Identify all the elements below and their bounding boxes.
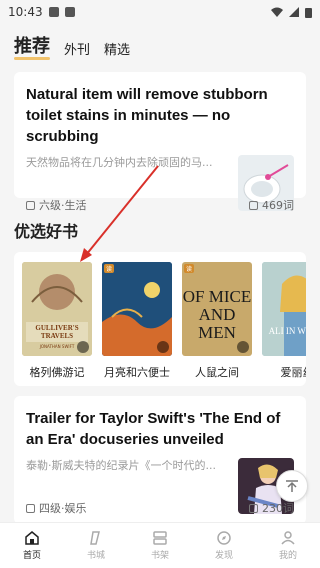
back-to-top-button[interactable] — [276, 470, 308, 502]
cover-title: OF MICE AND MEN — [182, 287, 252, 342]
audio-icon — [237, 341, 249, 353]
nav-label: 首页 — [22, 551, 41, 561]
nav-bookshelf[interactable]: 书架 — [128, 523, 192, 568]
book-cover: OF MICE AND MEN 读 — [182, 262, 252, 356]
book-item[interactable]: GULLIVER'S TRAVELS JONATHAN SWIFT 格列佛游记 — [22, 262, 92, 379]
nav-label: 发现 — [214, 551, 233, 561]
wifi-icon — [271, 7, 283, 17]
nav-label: 书架 — [150, 551, 169, 561]
nav-discover[interactable]: 发现 — [192, 523, 256, 568]
bottom-nav: 首页 书城 书架 发现 我的 — [0, 522, 320, 568]
audio-icon — [77, 341, 89, 353]
image-icon — [48, 7, 59, 17]
nav-label: 我的 — [278, 551, 297, 561]
status-time: 10:43 — [8, 5, 43, 19]
tag-icon — [26, 200, 35, 210]
audio-icon — [157, 341, 169, 353]
notification-icon — [64, 7, 75, 17]
book-title: 人鼠之间 — [195, 366, 239, 379]
compass-icon — [217, 531, 231, 545]
book-carousel[interactable]: GULLIVER'S TRAVELS JONATHAN SWIFT 格列佛游记 … — [14, 252, 306, 386]
book-title: 月亮和六便士 — [104, 366, 170, 379]
status-bar: 10:43 — [0, 0, 320, 24]
nav-profile[interactable]: 我的 — [256, 523, 320, 568]
tab-featured[interactable]: 精选 — [104, 39, 130, 58]
home-icon — [25, 531, 39, 545]
book-icon — [249, 200, 258, 210]
bookstore-icon — [90, 531, 100, 545]
book-cover: GULLIVER'S TRAVELS JONATHAN SWIFT — [22, 262, 92, 356]
article-level: 四级·娱乐 — [26, 500, 87, 516]
book-item[interactable]: OF MICE AND MEN 读 人鼠之间 — [182, 262, 252, 379]
cover-title: GULLIVER'S TRAVELS — [35, 324, 79, 340]
tab-recommend[interactable]: 推荐 — [14, 32, 50, 60]
top-tabs: 推荐 外刊 精选 — [0, 24, 320, 64]
bookshelf-icon — [153, 531, 167, 545]
article-word-count: 469词 — [249, 197, 294, 213]
user-icon — [281, 531, 295, 545]
book-icon — [249, 503, 258, 513]
nav-home[interactable]: 首页 — [0, 523, 64, 568]
nav-bookstore[interactable]: 书城 — [64, 523, 128, 568]
book-title: 爱丽丝 — [280, 366, 307, 379]
book-item[interactable]: 读 月亮和六便士 — [102, 262, 172, 379]
book-cover: ALI IN WOND — [262, 262, 306, 356]
article-level: 六级·生活 — [26, 197, 87, 213]
article-card[interactable]: Trailer for Taylor Swift's 'The End of a… — [14, 396, 306, 524]
nav-label: 书城 — [86, 551, 105, 561]
cover-badge: 读 — [104, 264, 115, 273]
tag-icon — [26, 503, 35, 513]
cover-badge: 读 — [184, 264, 195, 273]
book-item[interactable]: ALI IN WOND 爱丽丝 — [262, 262, 307, 379]
tab-foreign-magazine[interactable]: 外刊 — [64, 39, 90, 58]
book-cover: 读 — [102, 262, 172, 356]
section-title: 优选好书 — [14, 222, 79, 241]
signal-icon — [289, 7, 299, 17]
cover-title: ALI IN WOND — [268, 326, 306, 336]
article-title: Natural item will remove stubborn toilet… — [26, 86, 268, 145]
article-card[interactable]: Natural item will remove stubborn toilet… — [14, 72, 306, 212]
battery-icon — [305, 7, 312, 18]
article-word-count: 230词 — [249, 500, 294, 516]
arrow-up-icon — [286, 480, 298, 492]
book-title: 格列佛游记 — [29, 366, 85, 379]
article-title: Trailer for Taylor Swift's 'The End of a… — [26, 410, 281, 448]
